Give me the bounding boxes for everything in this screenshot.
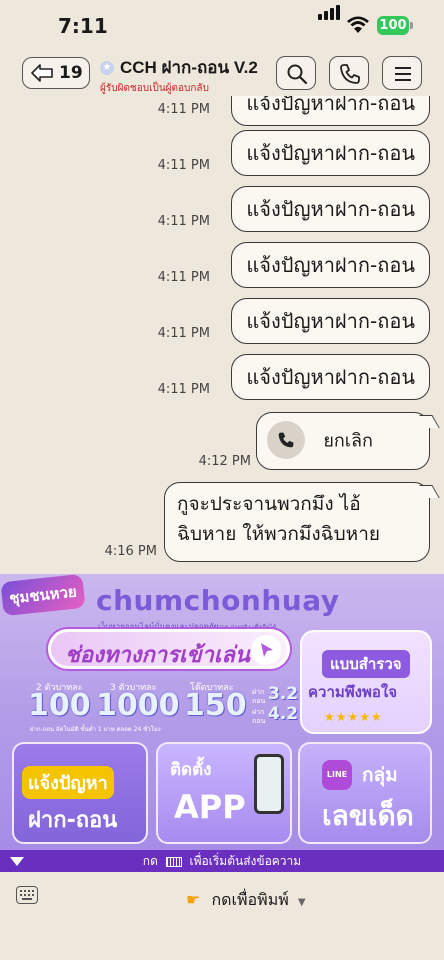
stat-label: ฝาก ถอน	[252, 708, 266, 725]
message-time: 4:11 PM	[157, 158, 210, 173]
rate-value: 1000	[96, 688, 180, 723]
message-time: 4:12 PM	[198, 454, 251, 469]
message-bubble[interactable]: แจ้งปัญหาฝาก-ถอน	[231, 242, 430, 288]
line-group-label: เลขเด็ด	[322, 799, 414, 832]
message-bubble[interactable]: แจ้งปัญหาฝาก-ถอน	[231, 354, 430, 400]
arrow-left-icon	[31, 64, 53, 82]
install-app-tag: ติดตั้ง	[170, 760, 212, 780]
call-button[interactable]	[329, 56, 369, 90]
message-time: 4:11 PM	[157, 214, 210, 229]
chat-header: 19 ★ CCH ฝาก-ถอน V.2 ผู้รับผิดชอบเป็นผู้…	[0, 50, 444, 96]
phone-device-icon	[254, 754, 284, 814]
battery-tip	[410, 22, 413, 29]
rate-footnote: ฝาก-ถอน อัตโนมัติ ขั้นต่ำ 1 บาท ตลอด 24 …	[30, 726, 161, 733]
message-time: 4:16 PM	[104, 544, 157, 559]
line-app-icon: LINE	[322, 760, 352, 790]
report-problem-tag: แจ้งปัญหา	[22, 766, 114, 799]
rate-value: 100	[28, 688, 91, 723]
hint-suffix: เพื่อเริ่มต้นส่งข้อความ	[189, 854, 302, 868]
call-bubble[interactable]: ยกเลิก	[256, 412, 430, 470]
rate-value: 150	[184, 688, 247, 723]
survey-button[interactable]: แบบสำรวจ ความพึงพอใจ ★★★★★	[300, 630, 432, 734]
message-time: 4:11 PM	[157, 382, 210, 397]
stat-label: ฝาก ถอน	[252, 688, 266, 705]
status-bar: 7:11 100	[0, 0, 444, 50]
install-app-label: APP	[174, 788, 246, 826]
install-app-button[interactable]: ติดตั้ง APP	[156, 742, 292, 844]
rich-menu-banner[interactable]: ชุมชนหวย chumchonhuay เว็บหวยออนไลน์มั่น…	[0, 574, 444, 850]
unread-count: 19	[59, 63, 83, 83]
line-group-button[interactable]: LINE กลุ่ม เลขเด็ด	[298, 742, 432, 844]
status-time: 7:11	[58, 14, 108, 38]
stat-value: 3.2	[268, 684, 299, 704]
message-time: 4:11 PM	[157, 326, 210, 341]
call-status-text: ยกเลิก	[323, 430, 373, 452]
phone-icon	[340, 64, 360, 84]
stat-value: 4.2	[268, 704, 299, 724]
report-problem-label: ฝาก-ถอน	[28, 808, 118, 833]
chat-subtitle: ผู้รับผิดชอบเป็นผู้ตอบกลับ	[100, 83, 209, 94]
chat-messages[interactable]: 4:11 PM แจ้งปัญหาฝาก-ถอน 4:11 PM แจ้งปัญ…	[0, 96, 444, 574]
rich-menu-hint-bar[interactable]: กด เพื่อเริ่มต้นส่งข้อความ	[0, 850, 444, 872]
keyboard-toggle-button[interactable]	[16, 886, 38, 904]
tap-to-type-label: กดเพื่อพิมพ์	[211, 890, 289, 909]
message-line: กูจะประจานพวกมึง ไอ้	[177, 493, 361, 515]
message-bubble[interactable]: แจ้งปัญหาฝาก-ถอน	[231, 298, 430, 344]
tap-to-type-button[interactable]: ☛ กดเพื่อพิมพ์ ▼	[186, 888, 306, 913]
pointing-hand-icon: ☛	[186, 890, 201, 909]
official-star-icon: ★	[100, 60, 114, 75]
play-channel-button[interactable]: ช่องทางการเข้าเล่น	[48, 629, 290, 669]
survey-title: แบบสำรวจ	[322, 650, 410, 678]
survey-subtitle: ความพึงพอใจ	[308, 683, 397, 701]
hint-prefix: กด	[142, 854, 158, 868]
caret-down-icon: ▼	[297, 897, 306, 908]
message-bubble[interactable]: แจ้งปัญหาฝาก-ถอน	[231, 130, 430, 176]
message-bubble[interactable]: แจ้งปัญหาฝาก-ถอน	[231, 96, 430, 126]
brand-name: chumchonhuay	[96, 584, 340, 617]
collapse-triangle-icon[interactable]	[10, 857, 24, 866]
menu-icon	[395, 67, 411, 81]
back-button[interactable]: 19	[22, 57, 90, 89]
report-problem-button[interactable]: แจ้งปัญหา ฝาก-ถอน	[12, 742, 148, 844]
chat-title-area[interactable]: ★ CCH ฝาก-ถอน V.2 ผู้รับผิดชอบเป็นผู้ตอบ…	[100, 54, 270, 96]
input-bar: ☛ กดเพื่อพิมพ์ ▼	[0, 872, 444, 960]
search-icon	[287, 64, 308, 85]
brand-logo: ชุมชนหวย	[0, 574, 86, 617]
line-group-tag: กลุ่ม	[362, 764, 398, 786]
chat-title: CCH ฝาก-ถอน V.2	[120, 58, 258, 77]
message-time: 4:11 PM	[157, 102, 210, 117]
message-time: 4:11 PM	[157, 270, 210, 285]
battery-icon: 100	[377, 16, 409, 35]
search-button[interactable]	[276, 56, 316, 90]
message-line: ฉิบหาย ให้พวกมึงฉิบหาย	[177, 523, 380, 545]
message-bubble[interactable]: กูจะประจานพวกมึง ไอ้ ฉิบหาย ให้พวกมึงฉิบ…	[164, 482, 430, 562]
play-channel-label: ช่องทางการเข้าเล่น	[65, 643, 250, 668]
phone-icon	[267, 421, 305, 459]
message-bubble[interactable]: แจ้งปัญหาฝาก-ถอน	[231, 186, 430, 232]
menu-button[interactable]	[382, 56, 422, 90]
keyboard-icon	[165, 856, 182, 867]
wifi-icon	[347, 16, 369, 33]
cursor-icon	[251, 635, 281, 665]
rating-stars-icon: ★★★★★	[324, 710, 383, 724]
